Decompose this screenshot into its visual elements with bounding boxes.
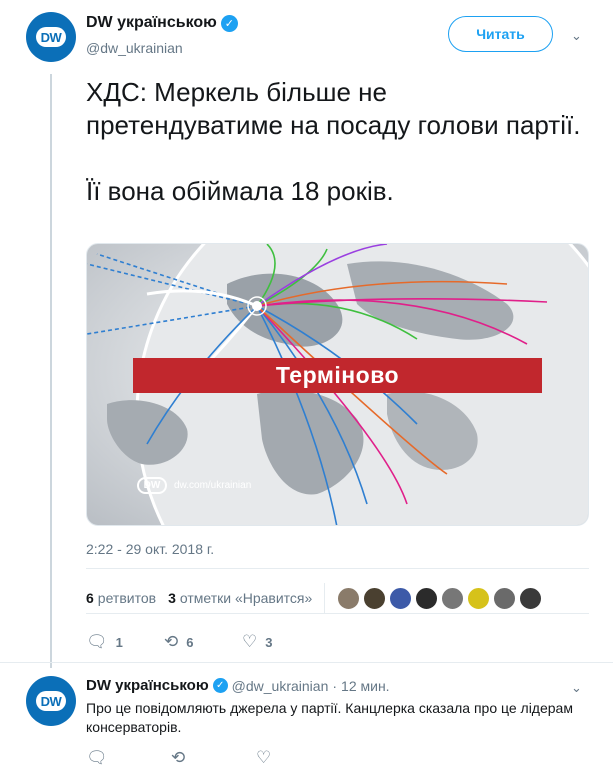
tweet-media-image[interactable]: Терміново DW dw.com/ukrainian xyxy=(86,243,589,526)
retweet-action[interactable]: ⟲ 6 xyxy=(164,632,242,652)
chevron-down-icon[interactable]: ⌄ xyxy=(571,28,582,44)
meta-separator: · xyxy=(332,677,338,694)
tweet-paragraph: ХДС: Меркель більше не претендуватиме на… xyxy=(86,77,581,140)
dw-logo: DW xyxy=(36,691,66,711)
like-count: 3 xyxy=(265,634,273,650)
author-name[interactable]: DW українською xyxy=(86,14,217,32)
tweet-actions: 🗨︎ 1 ⟲ 6 ♡ 3 xyxy=(86,632,272,652)
reply-avatar[interactable]: DW xyxy=(26,676,76,726)
reply-author-row: DW українською ✓ @dw_ukrainian · 12 мин. xyxy=(86,677,390,694)
verified-badge-icon: ✓ xyxy=(220,14,238,32)
liker-avatar[interactable] xyxy=(441,586,465,610)
engagement-stats: 6 ретвитов 3 отметки «Нравится» xyxy=(86,583,543,613)
reply-author-name[interactable]: DW українською xyxy=(86,677,209,694)
retweets-stat[interactable]: 6 ретвитов xyxy=(86,590,156,606)
author-row: DW українською ✓ xyxy=(86,14,238,32)
divider xyxy=(0,662,613,663)
breaking-news-banner: Терміново xyxy=(133,358,542,393)
retweets-count: 6 xyxy=(86,590,94,606)
liker-avatar[interactable] xyxy=(519,586,543,610)
retweet-icon: ⟲ xyxy=(164,632,179,651)
heart-icon: ♡ xyxy=(242,632,258,651)
stats-separator xyxy=(324,583,326,613)
chevron-down-icon[interactable]: ⌄ xyxy=(571,680,582,696)
dw-logo: DW xyxy=(137,477,167,494)
follow-button[interactable]: Читать xyxy=(448,16,553,52)
dw-logo: DW xyxy=(36,27,66,47)
like-action[interactable]: ♡ xyxy=(256,748,271,768)
reply-icon: 🗨︎ xyxy=(86,632,108,651)
tweet-timestamp[interactable]: 2:22 - 29 окт. 2018 г. xyxy=(86,541,214,557)
divider xyxy=(86,613,589,614)
reply-count: 1 xyxy=(115,634,123,650)
media-site-label: dw.com/ukrainian xyxy=(174,480,252,491)
media-logo: DW dw.com/ukrainian xyxy=(137,477,251,494)
reply-time[interactable]: 12 мин. xyxy=(341,678,390,694)
reply-icon: 🗨︎ xyxy=(86,748,108,767)
reply-action[interactable]: 🗨︎ xyxy=(86,748,171,768)
retweet-count: 6 xyxy=(186,634,194,650)
liker-avatar[interactable] xyxy=(415,586,439,610)
divider xyxy=(86,568,589,569)
retweet-action[interactable]: ⟲ xyxy=(171,748,256,768)
reply-action[interactable]: 🗨︎ 1 xyxy=(86,632,164,652)
liker-avatar[interactable] xyxy=(467,586,491,610)
liker-avatars xyxy=(337,586,543,610)
heart-icon: ♡ xyxy=(256,748,272,767)
like-action[interactable]: ♡ 3 xyxy=(242,632,272,652)
liker-avatar[interactable] xyxy=(389,586,413,610)
liker-avatar[interactable] xyxy=(337,586,361,610)
tweet-paragraph: Її вона обіймала 18 років. xyxy=(86,176,394,206)
tweet-text: ХДС: Меркель більше не претендуватиме на… xyxy=(86,76,586,208)
liker-avatar[interactable] xyxy=(363,586,387,610)
reply-actions: 🗨︎ ⟲ ♡ xyxy=(86,748,271,768)
reply-author-handle[interactable]: @dw_ukrainian xyxy=(232,678,329,694)
likes-stat[interactable]: 3 отметки «Нравится» xyxy=(168,590,312,606)
likes-label: отметки «Нравится» xyxy=(179,590,313,606)
reply-text: Про це повідомляють джерела у партії. Ка… xyxy=(86,700,573,735)
likes-count: 3 xyxy=(168,590,176,606)
retweets-label: ретвитов xyxy=(97,590,157,606)
verified-badge-icon: ✓ xyxy=(212,678,228,693)
retweet-icon: ⟲ xyxy=(171,748,186,767)
thread-line xyxy=(50,74,52,668)
author-handle[interactable]: @dw_ukrainian xyxy=(86,40,183,56)
liker-avatar[interactable] xyxy=(493,586,517,610)
avatar[interactable]: DW xyxy=(26,12,76,62)
